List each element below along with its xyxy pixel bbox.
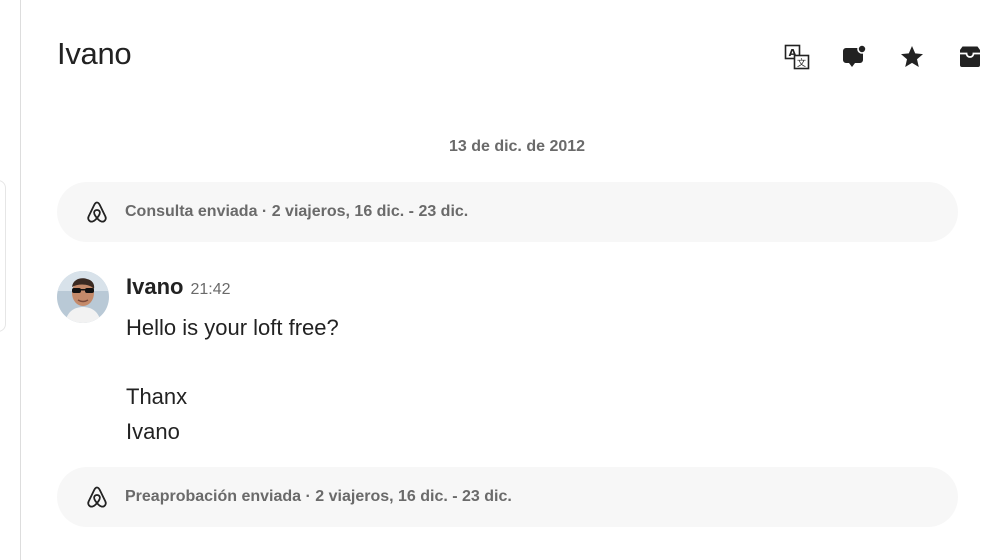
message-line [126, 346, 339, 381]
event-inquiry-sent: Consulta enviada · 2 viajeros, 16 dic. -… [57, 182, 958, 242]
archive-icon [957, 44, 983, 70]
message-header: Ivano 21:42 [126, 274, 231, 300]
sidebar-card-edge [0, 180, 6, 332]
airbnb-logo-icon [84, 199, 110, 225]
message-line: Ivano [126, 418, 180, 444]
star-icon [899, 44, 925, 70]
conversation-title: Ivano [57, 36, 132, 71]
message-time: 21:42 [190, 281, 231, 298]
message-sender[interactable]: Ivano [126, 274, 183, 300]
event-preapproval-sent: Preaprobación enviada · 2 viajeros, 16 d… [57, 467, 958, 527]
star-button[interactable] [895, 40, 929, 74]
translate-button[interactable]: A 文 [780, 40, 814, 74]
event-text: Preaprobación enviada · 2 viajeros, 16 d… [125, 488, 512, 505]
translate-icon: A 文 [784, 44, 810, 70]
message-line: Thanx [126, 384, 188, 409]
airbnb-logo-icon [84, 484, 110, 510]
svg-text:文: 文 [797, 57, 806, 69]
archive-button[interactable] [953, 40, 987, 74]
message-body: Hello is your loft free? Thanx Ivano [126, 311, 339, 449]
message-line: Hello is your loft free? [126, 315, 339, 340]
thread-date: 13 de dic. de 2012 [448, 138, 586, 155]
avatar[interactable] [57, 271, 109, 323]
event-text: Consulta enviada · 2 viajeros, 16 dic. -… [125, 203, 469, 220]
sidebar-divider [20, 0, 21, 560]
message-notification-icon [842, 44, 868, 70]
message-notification-button[interactable] [838, 40, 872, 74]
